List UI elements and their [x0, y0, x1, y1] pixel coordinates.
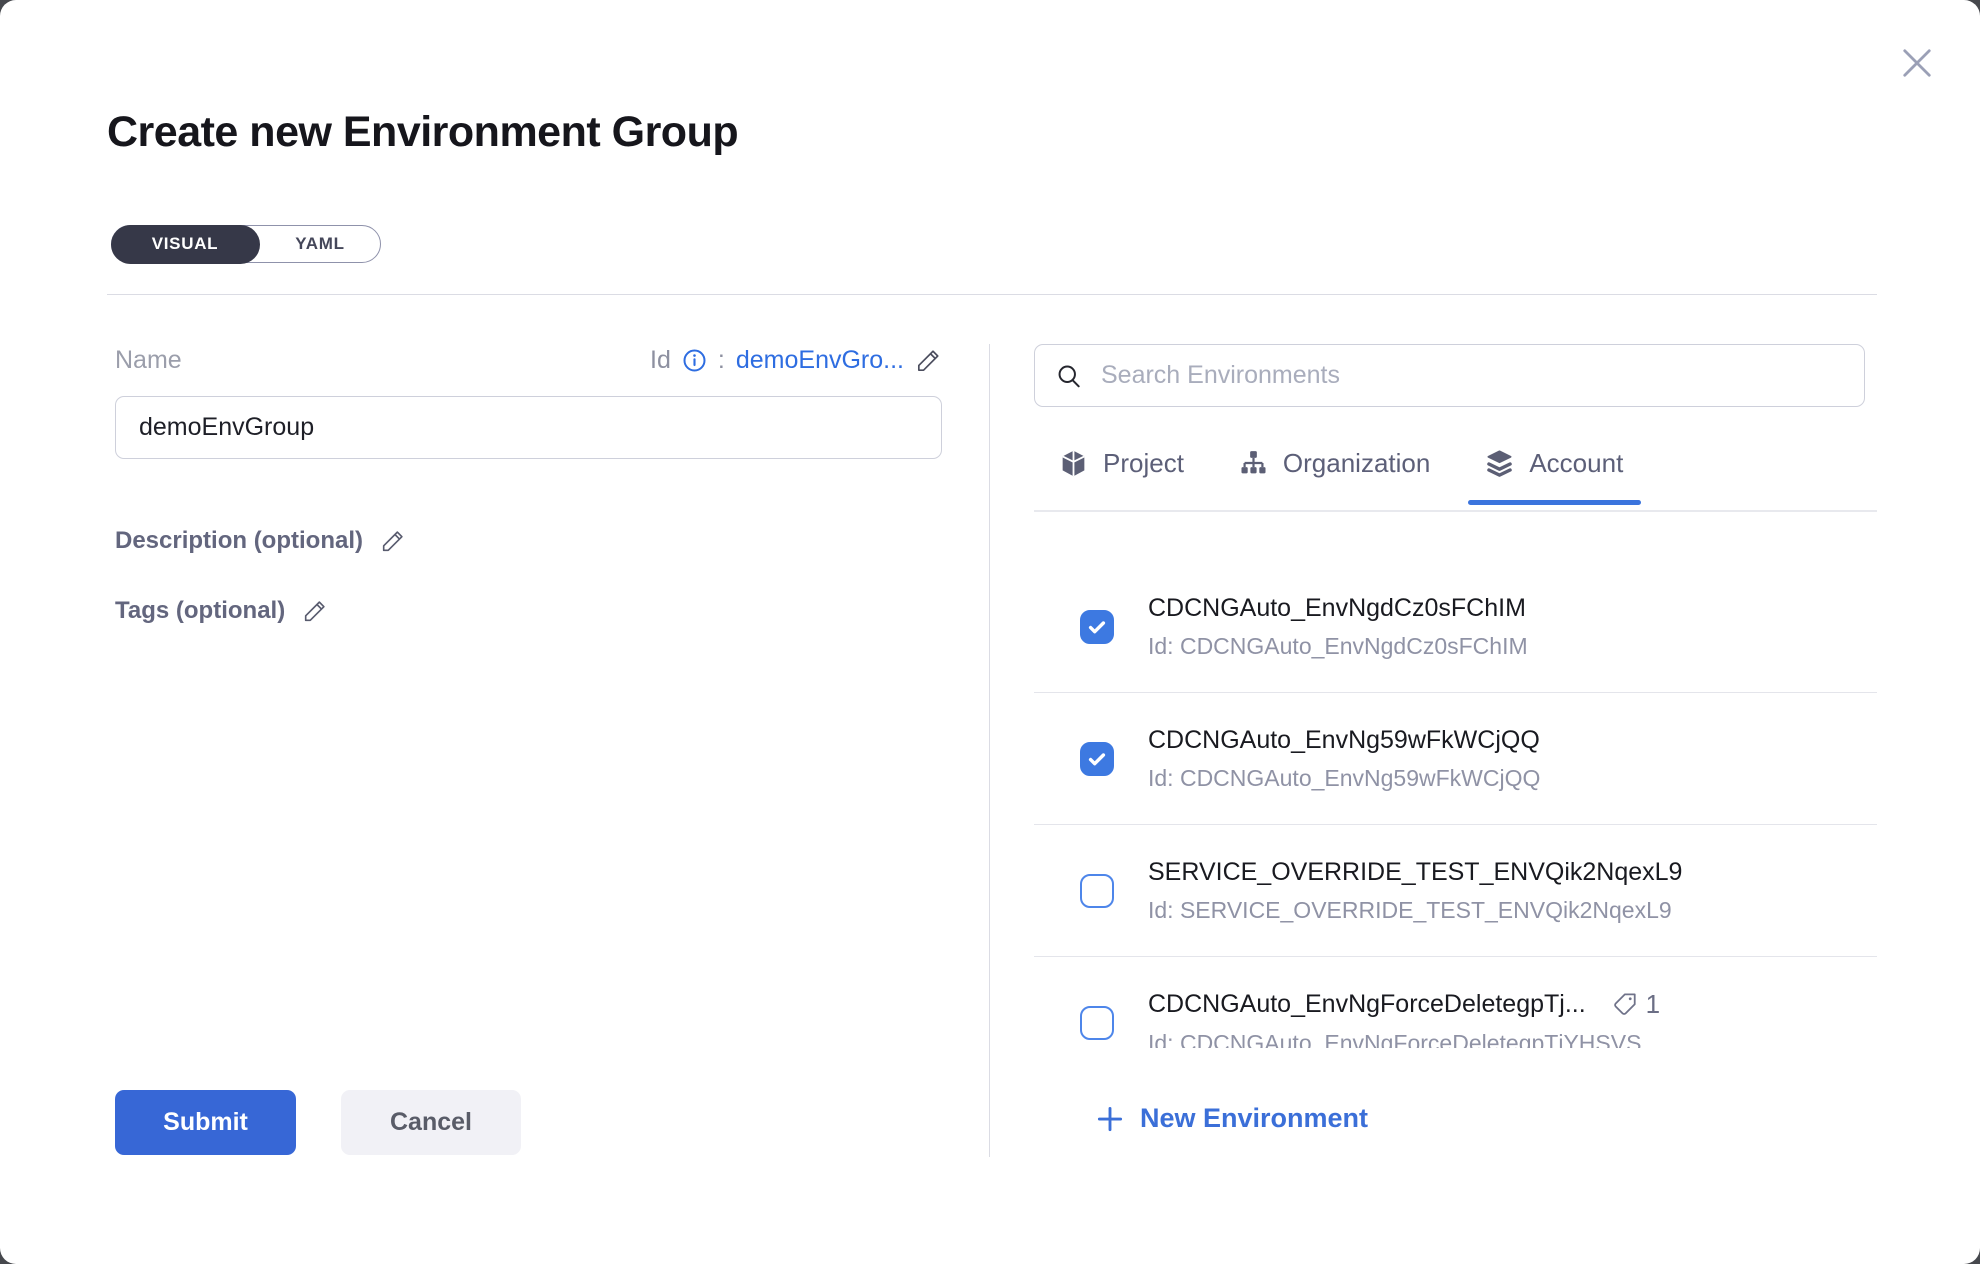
env-text: SERVICE_OVERRIDE_TEST_ENVQik2NqexL9 Id: … [1148, 858, 1682, 924]
cube-icon [1058, 448, 1089, 479]
close-icon[interactable] [1892, 38, 1942, 88]
environment-row[interactable]: CDCNGAuto_EnvNgdCz0sFChIM Id: CDCNGAuto_… [1034, 561, 1877, 693]
cancel-button[interactable]: Cancel [341, 1090, 521, 1155]
name-input[interactable] [115, 396, 942, 459]
id-separator: : [718, 346, 725, 375]
env-name: SERVICE_OVERRIDE_TEST_ENVQik2NqexL9 [1148, 858, 1682, 887]
env-id: Id: SERVICE_OVERRIDE_TEST_ENVQik2NqexL9 [1148, 897, 1682, 924]
tags-label: Tags (optional) [115, 597, 285, 625]
env-checkbox[interactable] [1080, 610, 1114, 644]
name-label-row: Name Id : demoEnvGro... [115, 346, 942, 375]
description-label: Description (optional) [115, 527, 363, 555]
scope-tabs: Project Organization Account [1058, 448, 1623, 503]
id-value-link[interactable]: demoEnvGro... [736, 346, 904, 375]
edit-description-pencil-icon[interactable] [380, 528, 406, 554]
new-environment-button[interactable]: New Environment [1095, 1103, 1368, 1134]
environment-row[interactable]: CDCNGAuto_EnvNg59wFkWCjQQ Id: CDCNGAuto_… [1034, 693, 1877, 825]
tab-organization-label: Organization [1283, 448, 1430, 479]
environment-row[interactable]: SERVICE_OVERRIDE_TEST_ENVQik2NqexL9 Id: … [1034, 825, 1877, 957]
env-checkbox[interactable] [1080, 874, 1114, 908]
org-chart-icon [1238, 448, 1269, 479]
edit-id-pencil-icon[interactable] [915, 347, 942, 374]
tab-organization[interactable]: Organization [1238, 448, 1430, 503]
visual-yaml-toggle: VISUAL YAML [111, 225, 381, 263]
id-label: Id [650, 346, 671, 375]
environment-list: CDCNGAuto_EnvNgdCz0sFChIM Id: CDCNGAuto_… [1034, 561, 1877, 1048]
tab-account[interactable]: Account [1484, 448, 1623, 503]
env-id: Id: CDCNGAuto_EnvNgForceDeletegpTjYHSVS [1148, 1030, 1660, 1048]
new-environment-label: New Environment [1140, 1103, 1368, 1134]
env-checkbox[interactable] [1080, 1006, 1114, 1040]
env-text: CDCNGAuto_EnvNgForceDeletegpTj... 1 Id: … [1148, 989, 1660, 1048]
name-label: Name [115, 346, 182, 375]
tag-icon [1612, 991, 1639, 1018]
env-tag-badge: 1 [1612, 989, 1660, 1020]
edit-tags-pencil-icon[interactable] [302, 598, 328, 624]
env-id: Id: CDCNGAuto_EnvNg59wFkWCjQQ [1148, 765, 1540, 792]
tags-row: Tags (optional) [115, 597, 328, 625]
env-name: CDCNGAuto_EnvNgdCz0sFChIM [1148, 594, 1526, 623]
env-checkbox[interactable] [1080, 742, 1114, 776]
tab-project[interactable]: Project [1058, 448, 1184, 503]
environment-row[interactable]: CDCNGAuto_EnvNgForceDeletegpTj... 1 Id: … [1034, 957, 1877, 1048]
submit-button[interactable]: Submit [115, 1090, 296, 1155]
search-icon [1055, 362, 1083, 390]
tag-count: 1 [1646, 989, 1660, 1020]
env-id: Id: CDCNGAuto_EnvNgdCz0sFChIM [1148, 633, 1528, 660]
env-name: CDCNGAuto_EnvNg59wFkWCjQQ [1148, 726, 1540, 755]
env-text: CDCNGAuto_EnvNgdCz0sFChIM Id: CDCNGAuto_… [1148, 594, 1528, 660]
entity-id-group: Id : demoEnvGro... [650, 346, 942, 375]
search-input[interactable] [1099, 360, 1844, 391]
tab-account-label: Account [1529, 448, 1623, 479]
plus-icon [1095, 1104, 1125, 1134]
env-text: CDCNGAuto_EnvNg59wFkWCjQQ Id: CDCNGAuto_… [1148, 726, 1540, 792]
create-environment-group-modal: Create new Environment Group VISUAL YAML… [0, 0, 1980, 1264]
tab-project-label: Project [1103, 448, 1184, 479]
modal-title: Create new Environment Group [107, 108, 738, 157]
toggle-visual[interactable]: VISUAL [111, 225, 260, 264]
info-icon[interactable] [682, 348, 707, 373]
tabs-divider [1034, 510, 1877, 512]
toggle-yaml[interactable]: YAML [260, 226, 380, 262]
env-name: CDCNGAuto_EnvNgForceDeletegpTj... [1148, 990, 1586, 1019]
column-divider [989, 344, 990, 1157]
description-row: Description (optional) [115, 527, 406, 555]
layers-icon [1484, 448, 1515, 479]
environment-search-box [1034, 344, 1865, 407]
header-divider [107, 294, 1877, 295]
